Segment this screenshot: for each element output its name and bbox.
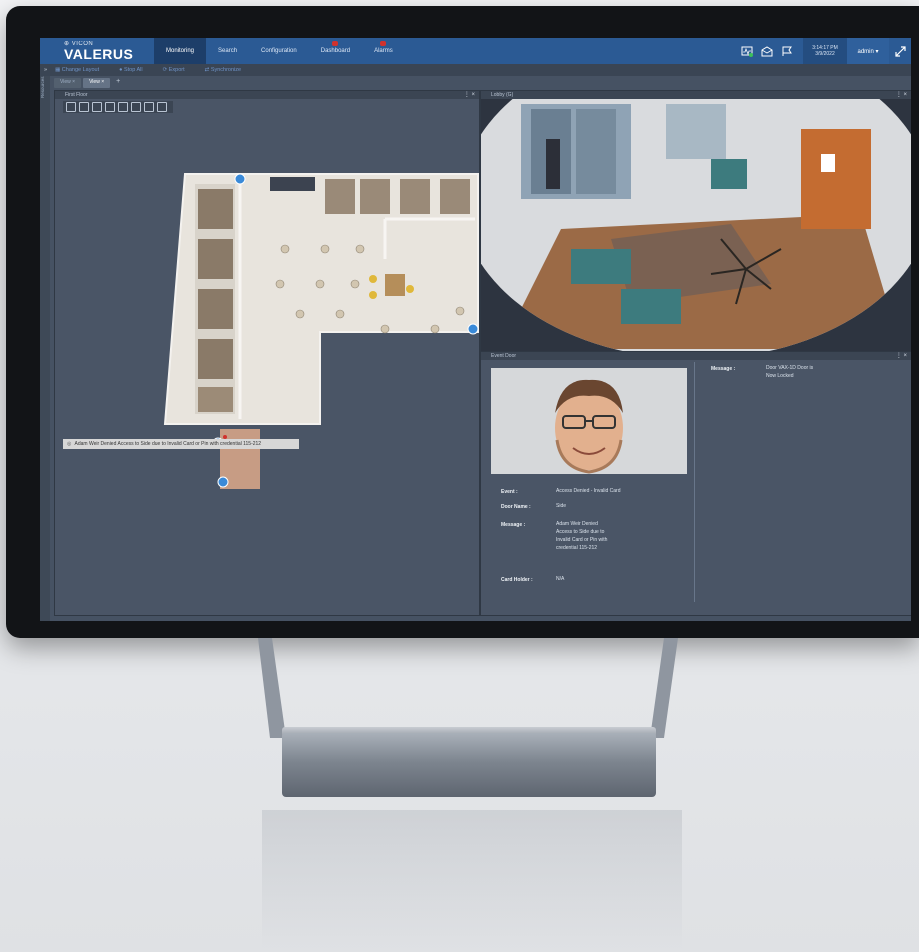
lobby-camera-panel: Lobby (G) ⋮ × xyxy=(480,90,911,352)
panel-title-bar: First Floor ⋮ × xyxy=(55,91,479,99)
nav-tab-search[interactable]: Search xyxy=(206,38,249,64)
card-holder-value: N/A xyxy=(556,576,565,582)
nav-tab-alarms[interactable]: Alarms xyxy=(362,38,405,64)
app-screen: ⊕ VICON VALERUS Monitoring Search Config… xyxy=(40,38,911,621)
lobby-title: Lobby (G) xyxy=(491,92,514,98)
cardholder-photo xyxy=(491,368,687,474)
synchronize-button[interactable]: ⇄ Synchronize xyxy=(205,67,251,73)
export-button[interactable]: ⟳ Export xyxy=(163,67,195,73)
toolbar-label: Change Layout xyxy=(61,67,100,73)
layout-toolbar: » ▦ Change Layout ● Stop All ⟳ Export ⇄ … xyxy=(40,64,911,76)
view-tab-label: View xyxy=(89,79,100,85)
fullscreen-icon[interactable] xyxy=(889,38,911,64)
message-value: Adam Weir Denied Access to Side due to I… xyxy=(556,521,608,551)
floor-plan-panel: First Floor ⋮ × ◎ Adam Weir Denied Acces… xyxy=(54,90,480,616)
right-message-label: Message : xyxy=(711,366,736,372)
notification-badge xyxy=(332,41,339,46)
panel-title-bar: Lobby (G) ⋮ × xyxy=(481,91,911,99)
view-tabs: View × View × + xyxy=(54,78,124,88)
panel-title-bar: Event Door ⋮ × xyxy=(481,352,911,360)
nav-tab-label: Dashboard xyxy=(320,48,351,54)
flag-icon[interactable] xyxy=(777,41,797,61)
door-name-value: Side xyxy=(556,503,567,509)
card-holder-label: Card Holder : xyxy=(501,577,533,583)
view-tab-label: View xyxy=(60,79,71,85)
clock-date: 3/9/2022 xyxy=(815,51,835,57)
event-door-panel: Event Door ⋮ × Event : Access Denied - I… xyxy=(480,351,911,616)
nav-tab-label: Search xyxy=(218,48,238,54)
base-reflection xyxy=(262,810,682,950)
floor-plan-title: First Floor xyxy=(65,92,88,98)
divider xyxy=(694,362,695,602)
system-clock: 3:14:17 PM 3/9/2022 xyxy=(803,38,847,64)
nav-tab-configuration[interactable]: Configuration xyxy=(249,38,309,64)
alert-icon: ◎ xyxy=(67,441,72,447)
view-tab-active[interactable]: View × xyxy=(83,78,111,88)
floor-plan-map[interactable] xyxy=(55,99,479,615)
health-monitor-icon[interactable] xyxy=(737,41,757,61)
toolbar-label: Synchronize xyxy=(210,67,242,73)
event-panel-title: Event Door xyxy=(491,353,517,359)
toolbar-label: Export xyxy=(168,67,185,73)
brand-name: VALERUS xyxy=(64,46,134,62)
monitor-bezel: ⊕ VICON VALERUS Monitoring Search Config… xyxy=(6,6,919,638)
stand-base xyxy=(282,733,656,797)
nav-tab-label: Alarms xyxy=(374,48,393,54)
event-value: Access Denied - Invalid Card xyxy=(556,488,621,494)
view-tab[interactable]: View × xyxy=(54,78,82,88)
add-view-button[interactable]: + xyxy=(112,78,124,88)
close-icon[interactable]: ⋮ × xyxy=(896,91,907,99)
top-navigation-bar: ⊕ VICON VALERUS Monitoring Search Config… xyxy=(40,38,911,64)
resources-sidebar[interactable]: Resources xyxy=(40,76,50,621)
close-icon[interactable]: ⋮ × xyxy=(464,91,475,99)
change-layout-button[interactable]: ▦ Change Layout xyxy=(55,67,109,73)
stop-all-button[interactable]: ● Stop All xyxy=(119,67,153,73)
close-icon[interactable]: ⋮ × xyxy=(896,352,907,360)
right-message-value: Door VAX-1D Door is Now Locked xyxy=(766,365,814,379)
event-label: Event : xyxy=(501,489,518,495)
nav-tab-label: Monitoring xyxy=(166,48,195,54)
nav-tab-dashboard[interactable]: Dashboard xyxy=(309,38,362,64)
nav-tab-monitoring[interactable]: Monitoring xyxy=(154,38,207,64)
nav-tab-label: Configuration xyxy=(261,48,297,54)
door-name-label: Door Name : xyxy=(501,504,531,510)
vicon-valerus-logo: ⊕ VICON VALERUS xyxy=(40,41,154,61)
access-denied-tooltip[interactable]: ◎ Adam Weir Denied Access to Side due to… xyxy=(63,439,299,449)
expand-sidebar-icon[interactable]: » xyxy=(44,67,47,73)
user-menu[interactable]: admin ▾ xyxy=(847,38,889,64)
brand-small: ⊕ VICON xyxy=(64,41,94,47)
alert-text: Adam Weir Denied Access to Side due to I… xyxy=(74,441,262,447)
notification-badge xyxy=(380,41,387,46)
camera-feed-lobby[interactable] xyxy=(481,99,911,351)
mail-icon[interactable] xyxy=(757,41,777,61)
message-label: Message : xyxy=(501,522,526,528)
toolbar-label: Stop All xyxy=(123,67,143,73)
